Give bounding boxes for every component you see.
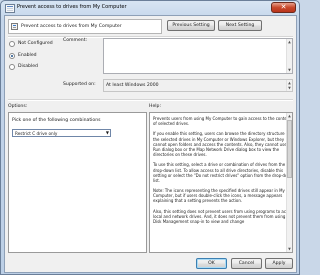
help-pane: Prevents users from using My Computer to…	[149, 112, 293, 253]
scroll-down-icon[interactable]: ▼	[287, 67, 292, 73]
section-divider	[8, 99, 293, 101]
policy-dialog-window: Prevent access to drives from My Compute…	[0, 0, 300, 275]
radio-button[interactable]	[9, 41, 15, 47]
help-paragraph: Note: The icons representing the specifi…	[153, 188, 285, 204]
help-paragraph: Also, this setting does not prevent user…	[153, 208, 293, 225]
close-button[interactable]: ✕	[271, 2, 296, 13]
policy-setting-icon	[5, 4, 15, 13]
help-paragraph: To use this setting, select a drive or c…	[153, 162, 293, 183]
options-pane: Pick one of the following combinations R…	[8, 112, 147, 253]
window-title: Prevent access to drives from My Compute…	[17, 4, 127, 10]
scroll-down-icon[interactable]: ▼	[287, 85, 292, 91]
dialog-client-area: Prevent access to drives from My Compute…	[4, 15, 297, 273]
help-paragraph: Prevents users from using My Computer to…	[153, 116, 291, 127]
radio-label: Enabled	[18, 53, 37, 58]
drive-restriction-dropdown[interactable]: Restrict C drive only ▼	[12, 129, 111, 137]
title-bar[interactable]: Prevent access to drives from My Compute…	[1, 1, 299, 15]
apply-button[interactable]: Apply	[265, 258, 293, 269]
comment-label: Comment:	[63, 38, 88, 43]
radio-label: Disabled	[18, 64, 38, 69]
help-paragraph: If you enable this setting, users can br…	[153, 131, 293, 158]
chevron-down-icon[interactable]: ▼	[106, 130, 109, 136]
policy-header: Prevent access to drives from My Compute…	[8, 19, 162, 34]
supported-on-label: Supported on:	[63, 82, 96, 87]
scroll-thumb[interactable]	[287, 120, 292, 178]
scroll-down-icon[interactable]: ▼	[287, 246, 292, 252]
ok-button[interactable]: OK	[196, 258, 227, 269]
supported-on-field: At least Windows 2000 ▲ ▼	[103, 79, 293, 92]
close-icon: ✕	[280, 3, 287, 11]
help-scrollbar[interactable]: ▲ ▼	[286, 113, 292, 252]
comment-field[interactable]: ▲ ▼	[103, 38, 293, 74]
radio-button[interactable]	[9, 64, 15, 70]
policy-name: Prevent access to drives from My Compute…	[21, 24, 122, 29]
supported-scrollbar[interactable]: ▲ ▼	[286, 80, 292, 91]
supported-on-value: At least Windows 2000	[106, 83, 159, 88]
help-text: Prevents users from using My Computer to…	[153, 116, 293, 229]
scroll-up-icon[interactable]: ▲	[287, 39, 292, 45]
previous-setting-button[interactable]: Previous Setting	[167, 20, 215, 31]
help-label: Help:	[149, 104, 162, 109]
comment-scrollbar[interactable]: ▲ ▼	[286, 39, 292, 73]
dropdown-selected-value: Restrict C drive only	[15, 131, 58, 136]
next-setting-button[interactable]: Next Setting	[218, 20, 262, 31]
options-prompt: Pick one of the following combinations	[12, 118, 101, 123]
policy-setting-icon	[11, 23, 18, 30]
radio-button-checked[interactable]	[9, 53, 15, 59]
options-label: Options:	[8, 104, 28, 109]
radio-label: Not Configured	[18, 41, 53, 46]
scroll-up-icon[interactable]: ▲	[287, 113, 292, 119]
cancel-button[interactable]: Cancel	[231, 258, 262, 269]
